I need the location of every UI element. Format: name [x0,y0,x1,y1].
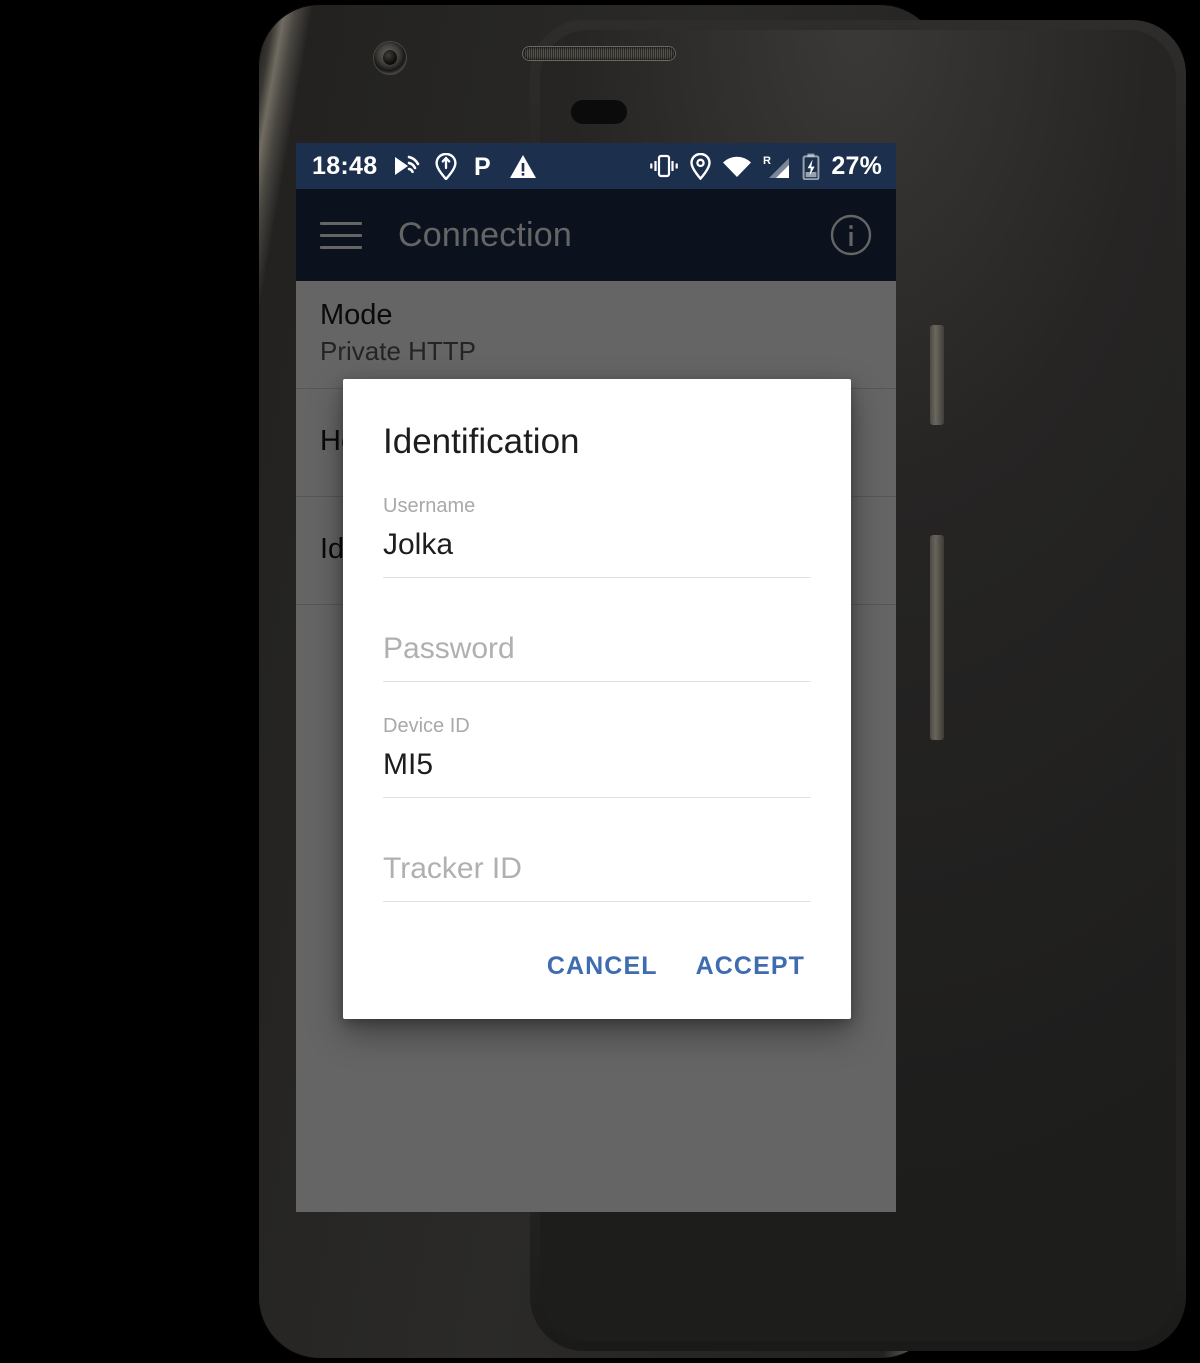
hamburger-menu-icon[interactable] [320,212,366,258]
list-item-title: Mode [320,299,393,331]
dialog-fields: Username Jolka Password Device ID MI5 Tr… [343,462,851,902]
device-id-field-value[interactable]: MI5 [383,738,811,782]
earpiece-speaker [523,47,675,60]
cast-icon [393,154,420,179]
front-camera [374,42,406,74]
info-circle-icon[interactable] [828,212,874,258]
location-pin-icon [690,152,712,180]
accept-button[interactable]: ACCEPT [684,946,817,987]
location-share-icon [435,152,458,180]
app-bar: Connection [296,189,896,281]
phone-screen: 18:48 P R 27% Connection Mode Private HT… [296,143,896,1212]
tracker-id-field-underline [383,900,811,902]
device-id-field-label: Device ID [383,714,470,737]
roaming-signal-icon: R [763,154,791,179]
battery-percent-label: 27% [831,151,882,180]
svg-text:R: R [763,155,771,167]
device-id-field[interactable]: Device ID MI5 [383,682,811,798]
proximity-sensor [571,100,627,124]
username-field-label: Username [383,494,476,517]
list-item-mode[interactable]: Mode Private HTTP [296,281,896,389]
warning-triangle-icon [509,154,537,179]
wifi-icon [722,155,752,178]
status-bar-left-icons: P [393,152,537,180]
tracker-id-field[interactable]: Tracker ID [383,798,811,902]
parking-p-icon: P [472,153,494,180]
username-field[interactable]: Username Jolka [383,462,811,578]
cancel-button[interactable]: CANCEL [535,946,670,987]
svg-text:P: P [474,153,491,180]
status-bar: 18:48 P R 27% [296,143,896,189]
dialog-actions: CANCEL ACCEPT [343,902,851,1019]
page-title: Connection [398,216,573,254]
status-clock: 18:48 [312,151,378,180]
password-field[interactable]: Password [383,578,811,682]
identification-dialog: Identification Username Jolka Password D… [343,379,851,1019]
power-button[interactable] [930,325,944,425]
dialog-title: Identification [383,422,580,461]
list-item-subtitle: Private HTTP [320,336,477,367]
volume-rocker[interactable] [930,535,944,740]
password-field-placeholder[interactable]: Password [383,624,811,666]
username-field-value[interactable]: Jolka [383,518,811,562]
status-bar-right-icons: R 27% [649,151,882,180]
tracker-id-field-placeholder[interactable]: Tracker ID [383,844,811,886]
vibrate-icon [649,154,679,178]
battery-charging-icon [802,153,820,180]
